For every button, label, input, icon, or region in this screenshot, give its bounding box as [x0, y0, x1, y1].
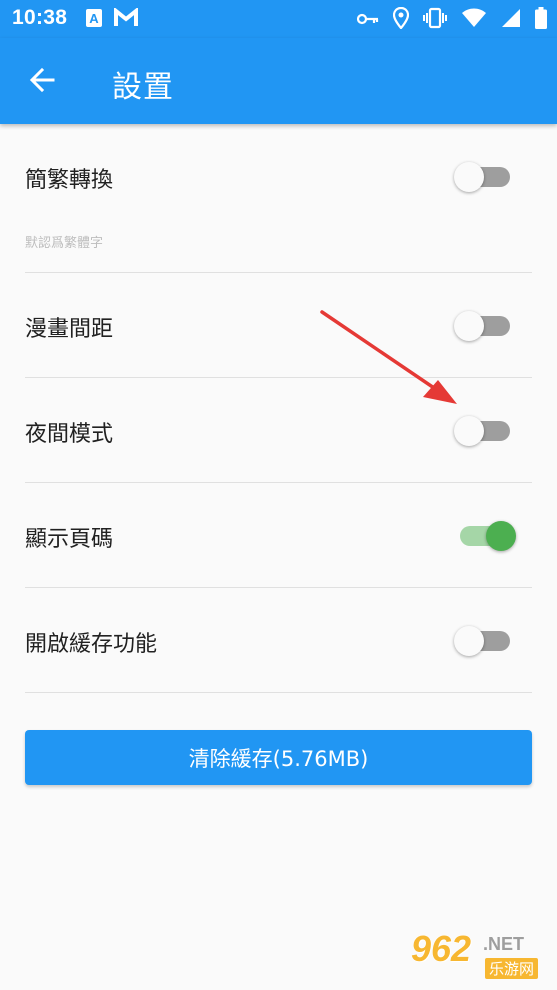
wifi-icon: [461, 8, 487, 32]
svg-text:A: A: [89, 11, 99, 26]
switch-thumb: [454, 416, 484, 446]
switch-thumb: [454, 311, 484, 341]
arrow-left-icon: [29, 67, 55, 97]
signal-icon: [501, 8, 521, 32]
app-a-icon: A: [86, 8, 102, 32]
location-icon: [392, 6, 410, 33]
back-button[interactable]: [20, 60, 64, 104]
clear-cache-button[interactable]: 清除緩存(5.76MB): [25, 730, 532, 785]
switch-thumb: [454, 626, 484, 656]
watermark-suffix: .NET: [483, 934, 525, 954]
watermark-chinese: 乐游网: [485, 958, 539, 979]
setting-label: 開啟緩存功能: [25, 632, 158, 657]
toggle-switch-enable-cache[interactable]: [454, 626, 510, 656]
toggle-switch-show-page-number[interactable]: [460, 521, 516, 551]
toggle-switch-simplified-traditional[interactable]: [454, 162, 510, 192]
mail-m-icon: [114, 6, 138, 32]
page-title: 設置: [112, 70, 174, 105]
key-icon: [356, 11, 379, 30]
setting-label: 漫畫間距: [25, 317, 114, 342]
setting-row-simplified-traditional[interactable]: 簡繁轉換 默認爲繁體字: [25, 124, 532, 273]
toggle-switch-comic-spacing[interactable]: [454, 311, 510, 341]
switch-thumb: [486, 521, 516, 551]
switch-thumb: [454, 162, 484, 192]
app-bar: 設置: [0, 38, 557, 124]
setting-row-comic-spacing[interactable]: 漫畫間距: [25, 273, 532, 378]
vibrate-icon: [423, 7, 447, 33]
setting-row-night-mode[interactable]: 夜間模式: [25, 378, 532, 483]
settings-list: 簡繁轉換 默認爲繁體字 漫畫間距 夜間模式 顯示頁碼 開啟緩存功能: [0, 124, 557, 693]
status-icons: [356, 6, 547, 33]
setting-label: 夜間模式: [25, 422, 114, 447]
status-bar: 10:38 A: [0, 0, 557, 38]
battery-icon: [535, 7, 547, 33]
setting-subtitle: 默認爲繁體字: [25, 236, 104, 251]
setting-row-show-page-number[interactable]: 顯示頁碼: [25, 483, 532, 588]
setting-label: 簡繁轉換: [25, 168, 114, 193]
setting-label: 顯示頁碼: [25, 527, 114, 552]
setting-row-enable-cache[interactable]: 開啟緩存功能: [25, 588, 532, 693]
status-time: 10:38: [12, 6, 68, 29]
watermark-number: 962: [411, 928, 472, 969]
watermark-logo: 962 .NET 乐游网: [411, 928, 551, 984]
toggle-switch-night-mode[interactable]: [454, 416, 510, 446]
